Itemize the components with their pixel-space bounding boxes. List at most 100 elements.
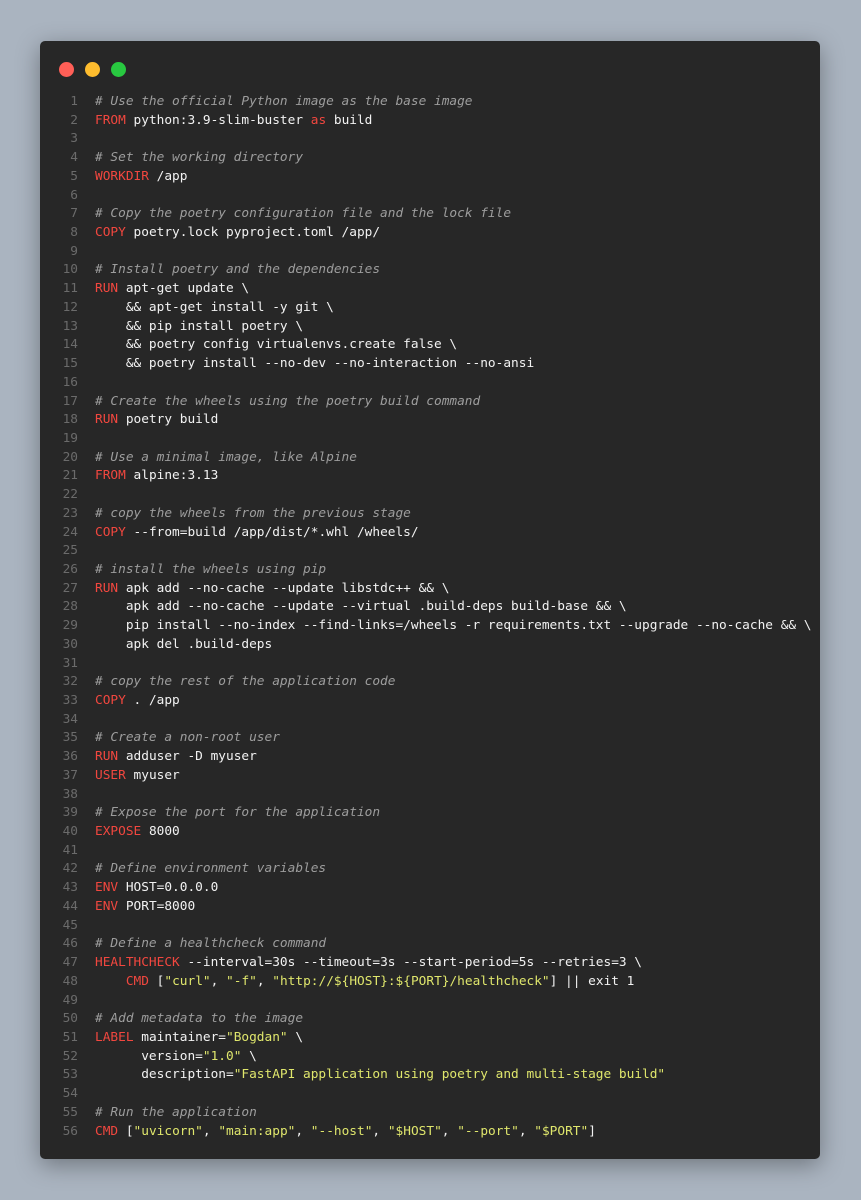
code-token-comment: # Expose the port for the application bbox=[95, 805, 381, 821]
code-line-content: # Install poetry and the dependencies bbox=[95, 261, 380, 280]
code-line-content: # install the wheels using pip bbox=[95, 561, 326, 580]
code-line: 29 pip install --no-index --find-links=/… bbox=[40, 617, 820, 636]
code-line-content: # Add metadata to the image bbox=[95, 1010, 303, 1029]
code-line-content: # Define environment variables bbox=[95, 860, 326, 879]
code-token-keyword: LABEL bbox=[95, 1029, 134, 1045]
code-line: 14 && poetry config virtualenvs.create f… bbox=[40, 336, 820, 355]
code-line: 45 bbox=[40, 917, 820, 936]
code-token-keyword: COPY bbox=[95, 524, 126, 540]
code-line: 28 apk add --no-cache --update --virtual… bbox=[40, 598, 820, 617]
code-line: 4 # Set the working directory bbox=[40, 149, 820, 168]
code-token-plain: --from=build /app/dist/*.whl /wheels/ bbox=[125, 524, 419, 540]
code-line-content: WORKDIR /app bbox=[95, 168, 187, 187]
code-token-keyword: USER bbox=[95, 767, 126, 783]
code-token-plain: , bbox=[256, 973, 273, 989]
code-line-content: # Set the working directory bbox=[95, 149, 303, 168]
code-token-plain: . /app bbox=[125, 693, 180, 708]
code-line: 25 bbox=[40, 542, 820, 561]
line-number: 18 bbox=[62, 412, 78, 428]
code-line-content: pip install --no-index --find-links=/whe… bbox=[95, 617, 812, 636]
line-number: 3 bbox=[70, 131, 78, 147]
line-number: 6 bbox=[70, 187, 78, 203]
code-line-content: apk add --no-cache --update --virtual .b… bbox=[95, 598, 627, 617]
line-number: 31 bbox=[62, 655, 78, 671]
code-line: 43 ENV HOST=0.0.0.0 bbox=[40, 879, 820, 898]
code-line-content: CMD ["curl", "-f", "http://${HOST}:${POR… bbox=[95, 973, 635, 992]
code-line-content: && poetry install --no-dev --no-interact… bbox=[95, 355, 534, 374]
minimize-window-button[interactable] bbox=[85, 62, 100, 77]
code-line: 31 bbox=[40, 655, 820, 674]
code-token-plain: \ bbox=[241, 1048, 257, 1064]
code-line-content: version="1.0" \ bbox=[95, 1048, 257, 1067]
code-token-comment: # Install poetry and the dependencies bbox=[95, 262, 381, 278]
line-number: 7 bbox=[70, 206, 78, 222]
code-token-keyword: FROM bbox=[95, 468, 126, 484]
code-token-comment: # Set the working directory bbox=[95, 150, 304, 166]
line-number: 25 bbox=[62, 543, 78, 559]
code-line: 55 # Run the application bbox=[40, 1104, 820, 1123]
code-token-keyword: RUN bbox=[95, 281, 119, 297]
code-token-plain: version= bbox=[95, 1048, 203, 1064]
code-line: 26 # install the wheels using pip bbox=[40, 561, 820, 580]
code-line-content: # Create a non-root user bbox=[95, 729, 280, 748]
code-line-content: # Expose the port for the application bbox=[95, 804, 380, 823]
line-number: 43 bbox=[62, 880, 78, 896]
code-token-plain: python:3.9-slim-buster bbox=[125, 112, 311, 128]
line-number: 37 bbox=[62, 767, 78, 783]
code-line-content: COPY --from=build /app/dist/*.whl /wheel… bbox=[95, 524, 419, 543]
line-number: 55 bbox=[62, 1104, 78, 1120]
code-token-keyword: COPY bbox=[95, 225, 126, 241]
code-line-content: && poetry config virtualenvs.create fals… bbox=[95, 336, 457, 355]
code-token-plain: , bbox=[518, 1123, 535, 1139]
line-number: 54 bbox=[62, 1086, 78, 1102]
code-line: 24 COPY --from=build /app/dist/*.whl /whe… bbox=[40, 524, 820, 543]
code-token-plain: myuser bbox=[125, 767, 180, 783]
code-token-plain: alpine:3.13 bbox=[125, 468, 219, 484]
code-line: 5 WORKDIR /app bbox=[40, 168, 820, 187]
code-line: 27 RUN apk add --no-cache --update libstd… bbox=[40, 580, 820, 599]
code-line: 38 bbox=[40, 786, 820, 805]
code-line: 9 bbox=[40, 243, 820, 262]
maximize-window-button[interactable] bbox=[111, 62, 126, 77]
code-line-content: # Run the application bbox=[95, 1104, 257, 1123]
code-line: 40 EXPOSE 8000 bbox=[40, 823, 820, 842]
line-number: 34 bbox=[62, 711, 78, 727]
code-token-plain: maintainer= bbox=[133, 1029, 226, 1045]
line-number: 33 bbox=[62, 693, 78, 708]
code-line-content: COPY . /app bbox=[95, 692, 180, 711]
line-number: 10 bbox=[62, 262, 78, 278]
code-line: 51 LABEL maintainer="Bogdan" \ bbox=[40, 1029, 820, 1048]
code-token-plain: /app bbox=[148, 168, 188, 184]
line-number: 51 bbox=[62, 1029, 78, 1045]
code-token-plain: apk del .build-deps bbox=[95, 636, 273, 652]
code-token-plain: apt-get update \ bbox=[118, 281, 250, 297]
code-line-content: # Copy the poetry configuration file and… bbox=[95, 205, 511, 224]
code-line: 7 # Copy the poetry configuration file an… bbox=[40, 205, 820, 224]
code-token-keyword: EXPOSE bbox=[95, 824, 142, 840]
code-line-content: ENV HOST=0.0.0.0 bbox=[95, 879, 218, 898]
code-line: 2 FROM python:3.9-slim-buster as build bbox=[40, 112, 820, 131]
code-line: 18 RUN poetry build bbox=[40, 411, 820, 430]
close-window-button[interactable] bbox=[59, 62, 74, 77]
code-line-content: FROM python:3.9-slim-buster as build bbox=[95, 112, 372, 131]
code-token-keyword: FROM bbox=[95, 112, 126, 128]
line-number: 29 bbox=[62, 618, 78, 634]
code-token-string: "-f" bbox=[226, 973, 257, 989]
code-line-content: LABEL maintainer="Bogdan" \ bbox=[95, 1029, 303, 1048]
code-line: 15 && poetry install --no-dev --no-inter… bbox=[40, 355, 820, 374]
code-line: 20 # Use a minimal image, like Alpine bbox=[40, 449, 820, 468]
code-token-keyword: RUN bbox=[95, 749, 119, 765]
code-line-content: RUN adduser -D myuser bbox=[95, 748, 257, 767]
code-token-keyword: as bbox=[310, 112, 327, 128]
code-token-comment: # Add metadata to the image bbox=[95, 1011, 304, 1027]
line-number: 49 bbox=[62, 992, 78, 1008]
line-number: 2 bbox=[70, 112, 78, 128]
code-line-content: description="FastAPI application using p… bbox=[95, 1066, 665, 1085]
code-line: 37 USER myuser bbox=[40, 767, 820, 786]
line-number: 13 bbox=[62, 318, 78, 334]
line-number: 4 bbox=[70, 150, 78, 166]
window-titlebar bbox=[40, 41, 820, 97]
code-line: 19 bbox=[40, 430, 820, 449]
code-token-plain: && poetry config virtualenvs.create fals… bbox=[95, 337, 458, 353]
